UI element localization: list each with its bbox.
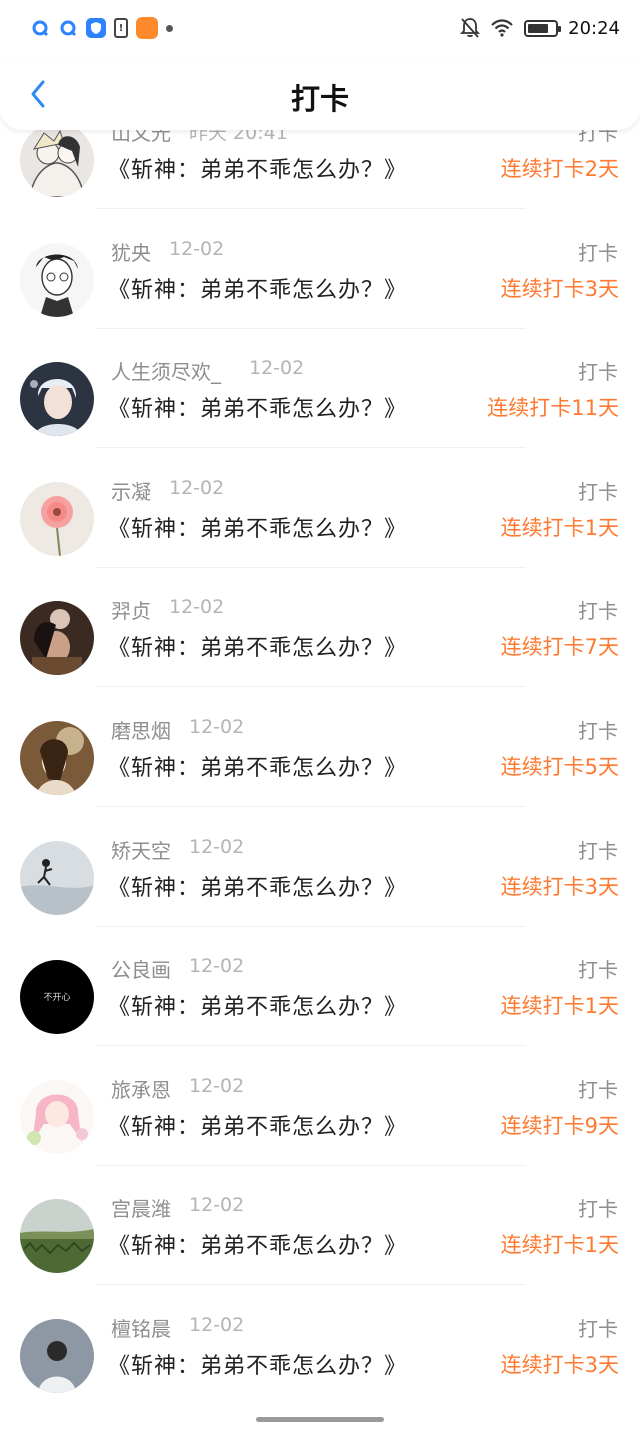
streak-label: 连续打卡2天 [500, 157, 619, 181]
book-title[interactable]: 《斩神：弟弟不乖怎么办？》 [108, 511, 407, 543]
user-name[interactable]: 犹央 [111, 237, 151, 266]
q-app-icon [58, 18, 78, 38]
list-item[interactable]: 宫晨潍 12-02 《斩神：弟弟不乖怎么办？》 打卡连续打卡1天 [0, 1166, 640, 1286]
avatar[interactable] [20, 242, 94, 317]
streak-label: 连续打卡1天 [500, 994, 619, 1019]
user-name[interactable]: 宫晨潍 [111, 1193, 171, 1222]
clock: 20:24 [568, 17, 620, 39]
list-item[interactable]: 示凝 12-02 《斩神：弟弟不乖怎么办？》 打卡连续打卡1天 [0, 449, 640, 569]
checkin-action-label: 打卡 [578, 1197, 618, 1222]
user-name[interactable]: 矫天空 [111, 835, 171, 864]
checkin-date: 12-02 [189, 716, 245, 738]
book-title[interactable]: 《斩神：弟弟不乖怎么办？》 [108, 750, 407, 782]
checkin-action-label: 打卡 [578, 479, 618, 504]
checkin-date: 12-02 [169, 237, 225, 260]
list-item[interactable]: 羿贞 12-02 《斩神：弟弟不乖怎么办？》 打卡连续打卡7天 [0, 568, 640, 688]
list-item[interactable]: 旅承恩 12-02 《斩神：弟弟不乖怎么办？》 打卡连续打卡9天 [0, 1047, 640, 1167]
avatar[interactable] [20, 481, 94, 556]
book-title[interactable]: 《斩神：弟弟不乖怎么办？》 [108, 272, 407, 304]
avatar-text: 不开心 [43, 992, 70, 1003]
user-name[interactable]: 公良画 [111, 954, 171, 983]
streak-label: 连续打卡3天 [500, 874, 619, 899]
home-indicator[interactable] [256, 1417, 384, 1422]
list-item[interactable]: 山文光 昨天 20:41 《斩神：弟弟不乖怎么办？》 打卡连续打卡2天 [0, 130, 640, 210]
battery-alert-icon: ! [114, 18, 128, 38]
checkin-date: 12-02 [189, 1314, 245, 1336]
list-item[interactable]: 檀铭晨 12-02 《斩神：弟弟不乖怎么办？》 打卡连续打卡3天 [0, 1286, 640, 1400]
book-title[interactable]: 《斩神：弟弟不乖怎么办？》 [108, 1109, 407, 1141]
avatar[interactable] [20, 1319, 94, 1393]
status-bar-app-icons: ! [30, 16, 173, 40]
avatar[interactable] [20, 721, 94, 795]
more-notifications-dot [166, 24, 173, 32]
checkin-date: 12-02 [169, 596, 225, 619]
book-title[interactable]: 《斩神：弟弟不乖怎么办？》 [108, 989, 407, 1021]
avatar[interactable] [20, 601, 94, 676]
checkin-action-label: 打卡 [578, 838, 618, 863]
avatar[interactable] [20, 130, 94, 197]
status-bar: ! 20:24 [0, 0, 640, 58]
checkin-date: 12-02 [189, 1194, 245, 1217]
orange-app-icon [136, 17, 158, 39]
list-item[interactable]: 磨思烟 12-02 《斩神：弟弟不乖怎么办？》 打卡连续打卡5天 [0, 688, 640, 808]
list-item[interactable]: 矫天空 12-02 《斩神：弟弟不乖怎么办？》 打卡连续打卡3天 [0, 808, 640, 928]
avatar[interactable]: 不开心 [20, 960, 94, 1035]
book-title[interactable]: 《斩神：弟弟不乖怎么办？》 [108, 152, 407, 184]
checkin-action-label: 打卡 [578, 360, 618, 385]
book-title[interactable]: 《斩神：弟弟不乖怎么办？》 [108, 630, 407, 662]
q-app-icon [30, 18, 50, 38]
checkin-action-label: 打卡 [578, 240, 618, 265]
user-name[interactable]: 示凝 [111, 476, 151, 505]
book-title[interactable]: 《斩神：弟弟不乖怎么办？》 [108, 391, 407, 423]
list-item[interactable]: 不开心 公良画 12-02 《斩神：弟弟不乖怎么办？》 打卡连续打卡1天 [0, 927, 640, 1047]
page-title: 打卡 [290, 82, 349, 116]
checkin-date: 12-02 [249, 357, 305, 380]
streak-label: 连续打卡11天 [487, 396, 619, 421]
streak-label: 连续打卡9天 [500, 1113, 619, 1138]
streak-label: 连续打卡1天 [500, 515, 619, 540]
checkin-date: 12-02 [189, 1074, 245, 1097]
checkin-action-label: 打卡 [578, 130, 618, 145]
streak-label: 连续打卡1天 [500, 1233, 619, 1258]
user-name[interactable]: 磨思烟 [111, 715, 171, 744]
streak-label: 连续打卡3天 [500, 276, 619, 301]
checkin-action-label: 打卡 [578, 1317, 618, 1341]
streak-label: 连续打卡3天 [500, 1353, 619, 1377]
streak-label: 连续打卡5天 [500, 755, 619, 779]
avatar[interactable] [20, 1079, 94, 1154]
checkin-action-label: 打卡 [578, 1077, 618, 1102]
nav-bar: 打卡 [0, 58, 640, 130]
book-title[interactable]: 《斩神：弟弟不乖怎么办？》 [108, 870, 407, 902]
checkin-date: 12-02 [189, 835, 245, 858]
streak-label: 连续打卡7天 [500, 635, 619, 660]
avatar[interactable] [20, 840, 94, 915]
checkin-action-label: 打卡 [578, 599, 618, 624]
list-item[interactable]: 犹央 12-02 《斩神：弟弟不乖怎么办？》 打卡连续打卡3天 [0, 210, 640, 330]
checkin-date: 12-02 [189, 955, 245, 978]
book-title[interactable]: 《斩神：弟弟不乖怎么办？》 [108, 1228, 407, 1260]
battery-icon [524, 19, 562, 37]
user-name[interactable]: 羿贞 [111, 595, 151, 624]
user-name[interactable]: 檀铭晨 [111, 1313, 171, 1342]
avatar[interactable] [20, 362, 94, 437]
wifi-icon [491, 19, 513, 37]
list-item[interactable]: 人生须尽欢_ 12-02 《斩神：弟弟不乖怎么办？》 打卡连续打卡11天 [0, 329, 640, 449]
book-title[interactable]: 《斩神：弟弟不乖怎么办？》 [108, 1348, 407, 1380]
avatar[interactable] [20, 1199, 94, 1274]
checkin-date: 昨天 20:41 [189, 130, 288, 144]
user-name[interactable]: 山文光 [111, 130, 171, 146]
checkin-date: 12-02 [169, 476, 225, 499]
checkin-list[interactable]: 山文光 昨天 20:41 《斩神：弟弟不乖怎么办？》 打卡 连续打卡2天 犹央 12-02 《… [0, 130, 640, 1400]
status-bar-system: 20:24 [460, 14, 620, 42]
bell-muted-icon [460, 18, 481, 38]
user-name[interactable]: 旅承恩 [111, 1074, 171, 1103]
checkin-action-label: 打卡 [578, 719, 618, 743]
shield-app-icon [86, 18, 106, 38]
user-name[interactable]: 人生须尽欢_ [111, 356, 221, 385]
checkin-action-label: 打卡 [578, 958, 618, 983]
